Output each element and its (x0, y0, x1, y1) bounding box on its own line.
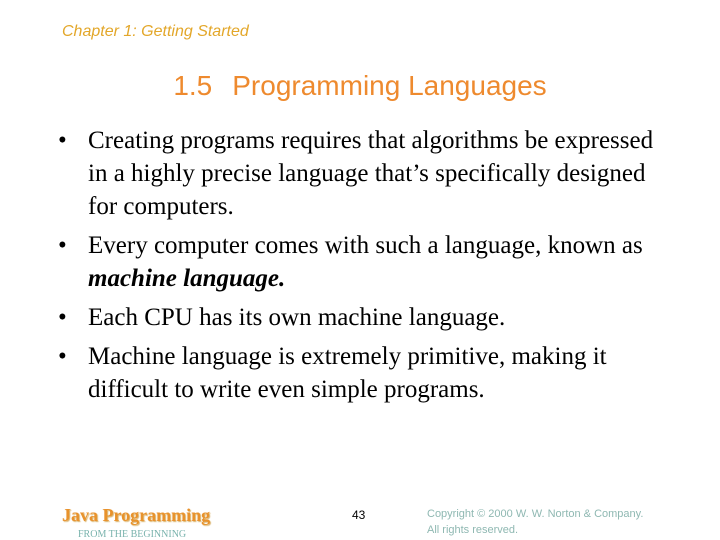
bullet-item: • Every computer comes with such a langu… (58, 229, 678, 295)
bullet-text: Each CPU has its own machine language. (88, 304, 506, 331)
book-title-logo: Java Programming (62, 505, 211, 525)
bullet-list: • Creating programs requires that algori… (58, 124, 678, 412)
bullet-icon: • (58, 232, 67, 259)
bullet-text: Every computer comes with such a languag… (88, 232, 643, 259)
section-number: 1.5 (173, 70, 213, 101)
rights-line: All rights reserved. (427, 524, 519, 536)
bullet-item: • Each CPU has its own machine language. (58, 301, 678, 334)
bullet-icon: • (58, 304, 67, 331)
bullet-item: • Machine language is extremely primitiv… (58, 340, 678, 406)
copyright-line: Copyright © 2000 W. W. Norton & Company. (427, 508, 644, 520)
copyright-notice: Copyright © 2000 W. W. Norton & Company.… (427, 506, 643, 538)
chapter-heading: Chapter 1: Getting Started (62, 23, 249, 40)
slide-title: 1.5 Programming Languages (0, 70, 720, 102)
bullet-icon: • (58, 127, 67, 154)
page-number: 43 (352, 508, 366, 522)
bullet-item: • Creating programs requires that algori… (58, 124, 678, 223)
bullet-emphasis: machine language. (88, 265, 286, 292)
bullet-text: Machine language is extremely primitive,… (88, 343, 607, 403)
bullet-text: Creating programs requires that algorith… (88, 127, 654, 220)
bullet-icon: • (58, 343, 67, 370)
book-subtitle: FROM THE BEGINNING (78, 529, 187, 540)
section-title: Programming Languages (232, 70, 547, 101)
